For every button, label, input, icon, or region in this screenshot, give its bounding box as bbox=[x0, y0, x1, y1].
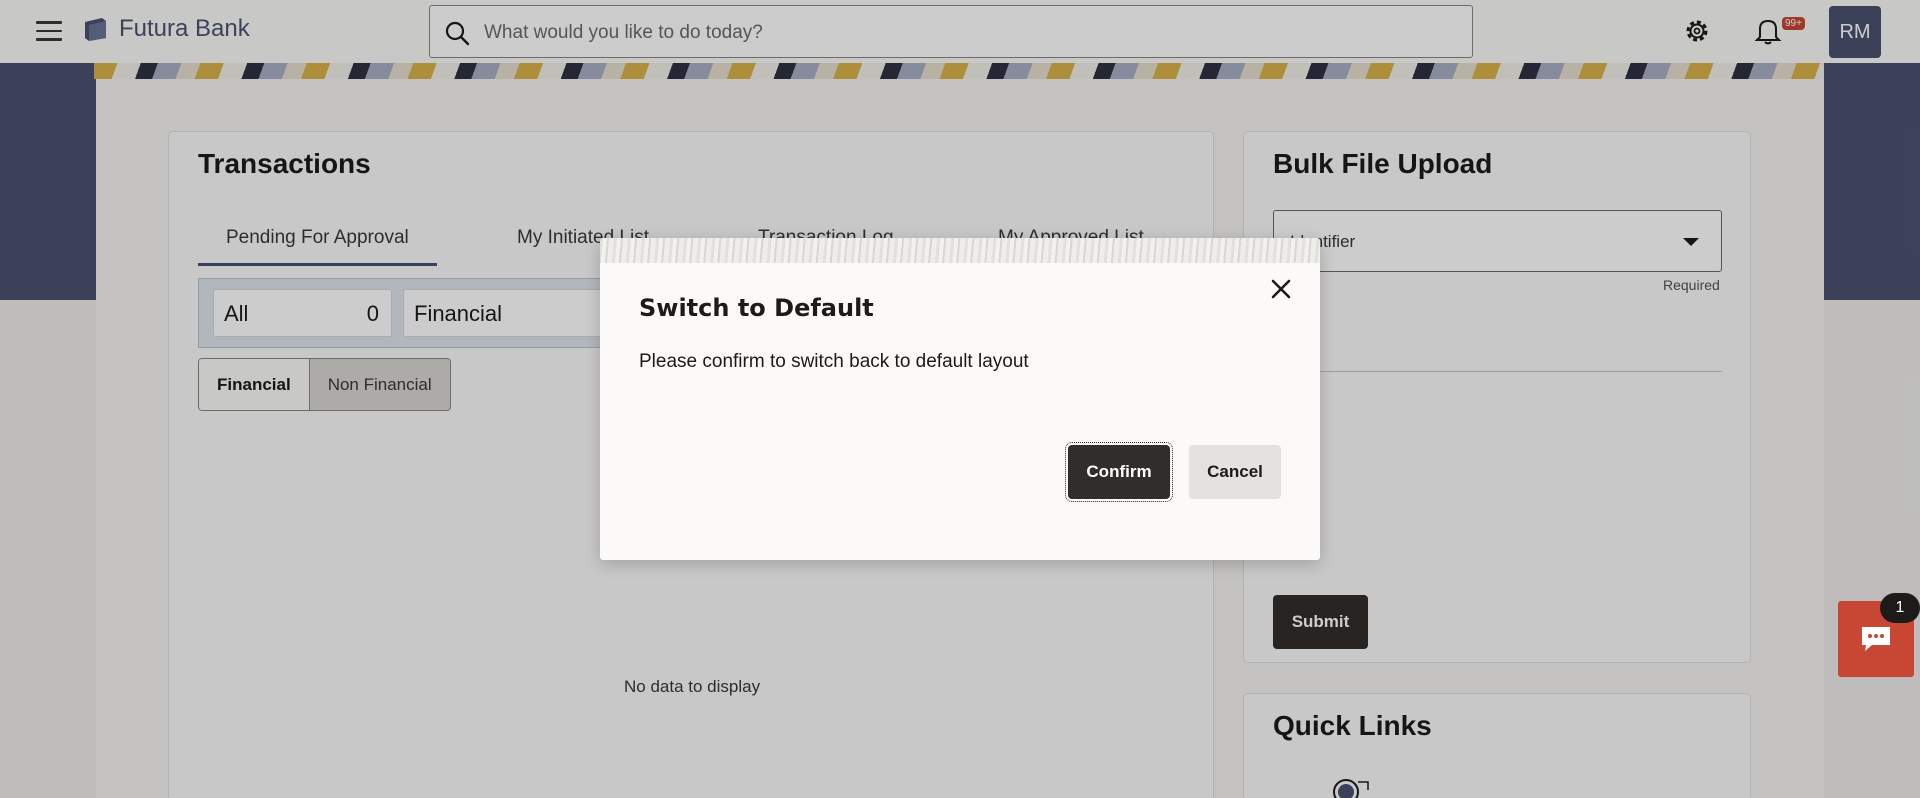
close-icon[interactable] bbox=[1270, 278, 1292, 300]
switch-to-default-dialog: Switch to Default Please confirm to swit… bbox=[600, 238, 1320, 560]
dialog-title: Switch to Default bbox=[639, 294, 874, 322]
cancel-button[interactable]: Cancel bbox=[1189, 445, 1281, 499]
chat-badge: 1 bbox=[1880, 593, 1920, 623]
dialog-message: Please confirm to switch back to default… bbox=[639, 351, 1029, 372]
confirm-button[interactable]: Confirm bbox=[1065, 442, 1173, 502]
chat-icon bbox=[1862, 627, 1890, 651]
dialog-header-pattern bbox=[600, 238, 1320, 263]
